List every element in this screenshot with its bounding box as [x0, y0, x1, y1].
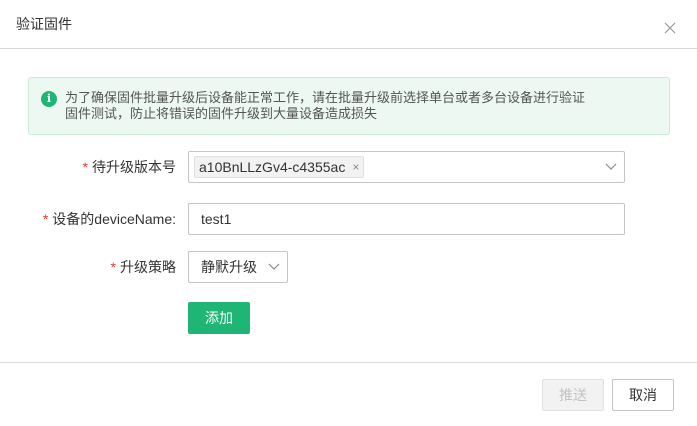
required-mark: * — [42, 211, 49, 227]
footer-divider — [0, 362, 697, 363]
add-button[interactable]: 添加 — [188, 302, 250, 334]
chevron-down-icon — [605, 163, 617, 170]
version-tag-label: a10BnLLzGv4-c4355ac — [199, 159, 346, 175]
version-label: * 待升级版本号 — [82, 159, 176, 175]
alert-line-2: 固件测试，防止将错误的固件升级到大量设备造成损失 — [65, 106, 378, 121]
close-icon[interactable] — [661, 19, 679, 37]
alert-message: 为了确保固件批量升级后设备能正常工作，请在批量升级前选择单台或者多台设备进行验证… — [65, 90, 655, 122]
info-alert: i 为了确保固件批量升级后设备能正常工作，请在批量升级前选择单台或者多台设备进行… — [28, 77, 670, 135]
device-name-input[interactable]: test1 — [188, 203, 625, 235]
cancel-button[interactable]: 取消 — [612, 379, 674, 411]
required-mark: * — [82, 159, 88, 175]
strategy-select[interactable]: 静默升级 — [188, 251, 288, 283]
strategy-label: * 升级策略 — [110, 259, 176, 275]
tag-remove-icon[interactable]: × — [352, 157, 359, 177]
alert-line-1: 为了确保固件批量升级后设备能正常工作，请在批量升级前选择单台或者多台设备进行验证 — [65, 90, 586, 105]
push-button[interactable]: 推送 — [542, 379, 604, 411]
chevron-down-icon — [268, 263, 280, 270]
strategy-value: 静默升级 — [201, 259, 257, 275]
version-tag: a10BnLLzGv4-c4355ac × — [194, 156, 365, 178]
device-label: * 设备的deviceName: — [42, 211, 176, 227]
info-icon: i — [41, 91, 57, 107]
dialog-title: 验证固件 — [16, 16, 72, 32]
required-mark: * — [110, 259, 116, 275]
version-select[interactable]: a10BnLLzGv4-c4355ac × — [188, 151, 625, 183]
dialog-header: 验证固件 — [0, 0, 697, 49]
verify-firmware-dialog: 验证固件 i 为了确保固件批量升级后设备能正常工作，请在批量升级前选择单台或者多… — [0, 0, 697, 426]
